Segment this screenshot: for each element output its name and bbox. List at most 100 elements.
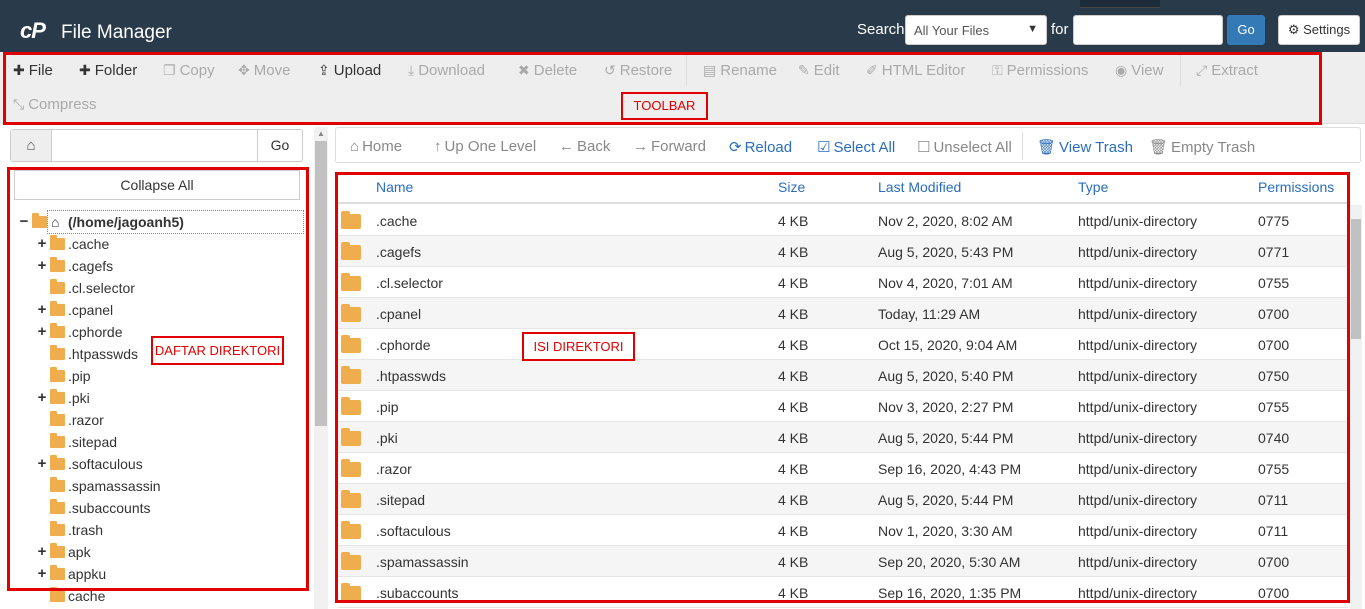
- cell-name: .cl.selector: [376, 275, 443, 291]
- home-icon[interactable]: ⌂: [11, 130, 52, 161]
- cell-type: httpd/unix-directory: [1078, 585, 1198, 601]
- folder-icon: [341, 428, 361, 446]
- folder-icon: [50, 433, 65, 448]
- cell-name: .subaccounts: [376, 585, 459, 601]
- expand-icon[interactable]: +: [36, 387, 48, 409]
- arrow-up-icon: ↑: [434, 138, 442, 155]
- empty-trash-button[interactable]: 🗑 Empty Trash: [1149, 138, 1255, 156]
- collapse-all-button[interactable]: Collapse All: [14, 170, 300, 200]
- forward-button[interactable]: → Forward: [633, 138, 706, 155]
- table-row[interactable]: .softaculous 4 KB Nov 1, 2020, 3:30 AM http…: [338, 515, 1348, 546]
- extract-label: Extract: [1211, 62, 1258, 79]
- expand-icon[interactable]: +: [36, 563, 48, 585]
- search-go-button[interactable]: Go: [1227, 15, 1265, 45]
- forward-label: Forward: [651, 138, 707, 155]
- select-all-button[interactable]: ☑ Select All: [817, 138, 895, 156]
- tree-item-label: .htpasswds: [68, 346, 139, 362]
- search-scope-select[interactable]: All Your Files ▼: [905, 15, 1047, 45]
- home-icon: ⌂: [350, 138, 360, 155]
- path-go-button[interactable]: Go: [257, 130, 302, 161]
- table-row[interactable]: .pip 4 KB Nov 3, 2020, 2:27 PM httpd/unix-d…: [338, 391, 1348, 422]
- column-name[interactable]: Name: [376, 179, 413, 195]
- delete-button[interactable]: ✖ Delete: [518, 62, 577, 79]
- upload-button[interactable]: ⇪ Upload: [318, 62, 381, 79]
- edit-label: Edit: [813, 62, 840, 79]
- cell-type: httpd/unix-directory: [1078, 461, 1198, 477]
- extract-button[interactable]: ⤢ Extract: [1196, 62, 1258, 79]
- collapse-icon[interactable]: −: [18, 211, 30, 233]
- folder-icon: [341, 397, 361, 415]
- table-row[interactable]: .cl.selector 4 KB Nov 4, 2020, 7:01 AM http…: [338, 267, 1348, 298]
- new-file-button[interactable]: ✚ File: [13, 62, 53, 79]
- column-size[interactable]: Size: [778, 179, 805, 195]
- html-editor-button[interactable]: ✐ HTML Editor: [866, 62, 965, 79]
- reload-button[interactable]: ⟳ Reload: [729, 138, 792, 156]
- expand-icon[interactable]: +: [36, 299, 48, 321]
- search-input[interactable]: [1073, 15, 1223, 45]
- home-label: Home: [362, 138, 403, 155]
- tree-item-label: appku: [68, 566, 107, 582]
- directory-path-bar: ⌂ Go: [10, 129, 303, 162]
- plus-icon: ✚: [13, 62, 25, 78]
- table-row[interactable]: .sitepad 4 KB Aug 5, 2020, 5:44 PM httpd/un…: [338, 484, 1348, 515]
- compress-label: Compress: [28, 96, 97, 113]
- back-button[interactable]: ← Back: [559, 138, 610, 155]
- expand-icon[interactable]: +: [36, 255, 48, 277]
- table-row[interactable]: .pki 4 KB Aug 5, 2020, 5:44 PM httpd/unix-d…: [338, 422, 1348, 453]
- rename-button[interactable]: ▤ Rename: [703, 62, 777, 79]
- expand-icon[interactable]: +: [36, 233, 48, 255]
- cell-name: .softaculous: [376, 523, 451, 539]
- settings-button[interactable]: ⚙ Settings: [1278, 15, 1360, 45]
- cell-type: httpd/unix-directory: [1078, 523, 1198, 539]
- new-folder-label: Folder: [94, 62, 138, 79]
- table-scroll-thumb[interactable]: [1351, 219, 1361, 339]
- cell-name: .sitepad: [376, 492, 426, 508]
- compress-button[interactable]: ⤡ Compress: [13, 96, 97, 113]
- download-button[interactable]: ⤓ Download: [408, 62, 485, 79]
- upload-icon: ⇪: [318, 62, 330, 78]
- unselect-all-button[interactable]: ☐ Unselect All: [917, 138, 1012, 156]
- table-row[interactable]: .htpasswds 4 KB Aug 5, 2020, 5:40 PM httpd/…: [338, 360, 1348, 391]
- column-last-modified[interactable]: Last Modified: [878, 179, 961, 195]
- settings-label: Settings: [1303, 22, 1351, 37]
- sidebar-scrollbar[interactable]: ▲: [314, 127, 328, 609]
- tree-item-label: .sitepad: [68, 434, 118, 450]
- expand-icon[interactable]: +: [36, 541, 48, 563]
- up-one-level-button[interactable]: ↑ Up One Level: [434, 138, 536, 155]
- folder-icon: [50, 389, 65, 404]
- table-row[interactable]: .razor 4 KB Sep 16, 2020, 4:43 PM httpd/uni…: [338, 453, 1348, 484]
- expand-icon[interactable]: +: [36, 321, 48, 343]
- edit-button[interactable]: ✎ Edit: [798, 62, 840, 79]
- scroll-up-icon[interactable]: ▲: [317, 129, 325, 138]
- permissions-button[interactable]: ⚿ Permissions: [992, 62, 1088, 79]
- table-row[interactable]: .spamassassin 4 KB Sep 20, 2020, 5:30 AM ht…: [338, 546, 1348, 577]
- table-row[interactable]: .cphorde 4 KB Oct 15, 2020, 9:04 AM httpd/u…: [338, 329, 1348, 360]
- column-permissions[interactable]: Permissions: [1258, 179, 1334, 195]
- table-row[interactable]: .cagefs 4 KB Aug 5, 2020, 5:43 PM httpd/uni…: [338, 236, 1348, 267]
- home-button[interactable]: ⌂ Home: [350, 138, 402, 155]
- move-button[interactable]: ✥ Move: [238, 62, 290, 79]
- restore-button[interactable]: ↺ Restore: [604, 62, 672, 79]
- unselect-all-label: Unselect All: [933, 139, 1012, 156]
- new-file-label: File: [28, 62, 53, 79]
- tree-item-label: .cl.selector: [68, 280, 135, 296]
- expand-icon[interactable]: +: [36, 453, 48, 475]
- arrow-left-icon: ←: [559, 138, 574, 155]
- cell-last-modified: Nov 3, 2020, 2:27 PM: [878, 399, 1014, 415]
- view-button[interactable]: ◉ View: [1115, 62, 1163, 79]
- folder-icon: [50, 235, 65, 250]
- tree-item-label: .cagefs: [68, 258, 114, 274]
- table-scrollbar[interactable]: [1350, 205, 1362, 609]
- column-type[interactable]: Type: [1078, 179, 1108, 195]
- table-row[interactable]: .cache 4 KB Nov 2, 2020, 8:02 AM httpd/unix…: [338, 205, 1348, 236]
- copy-button[interactable]: ❐ Copy: [163, 62, 215, 79]
- sidebar-scroll-thumb[interactable]: [315, 141, 327, 426]
- view-trash-button[interactable]: 🗑 View Trash: [1037, 138, 1133, 156]
- cell-name: .spamassassin: [376, 554, 469, 570]
- new-folder-button[interactable]: ✚ Folder: [79, 62, 137, 79]
- table-row[interactable]: .cpanel 4 KB Today, 11:29 AM httpd/unix-dir…: [338, 298, 1348, 329]
- folder-icon: [50, 521, 65, 536]
- cell-type: httpd/unix-directory: [1078, 554, 1198, 570]
- restore-label: Restore: [619, 62, 673, 79]
- table-row[interactable]: .subaccounts 4 KB Sep 16, 2020, 1:35 PM htt…: [338, 577, 1348, 608]
